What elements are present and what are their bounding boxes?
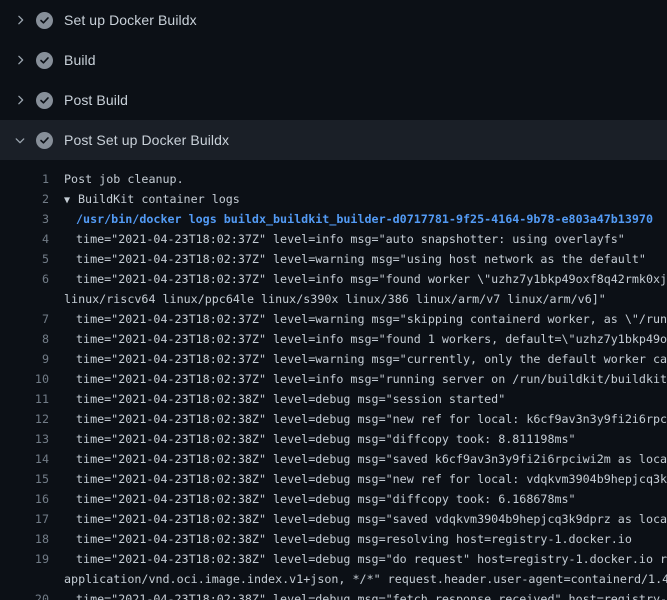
log-line-text: /usr/bin/docker logs buildx_buildkit_bui… (64, 209, 653, 229)
log-line: 17 time="2021-04-23T18:02:38Z" level=debu… (0, 509, 667, 529)
log-line: 15 time="2021-04-23T18:02:38Z" level=debu… (0, 469, 667, 489)
log-line-number[interactable]: 4 (0, 229, 49, 249)
group-label[interactable]: BuildKit container logs (78, 192, 240, 206)
log-line: 12 time="2021-04-23T18:02:38Z" level=debu… (0, 409, 667, 429)
log-line-text: time="2021-04-23T18:02:38Z" level=debug … (64, 429, 576, 449)
check-circle-icon (36, 12, 53, 29)
log-line: 16 time="2021-04-23T18:02:38Z" level=debu… (0, 489, 667, 509)
log-line-text: time="2021-04-23T18:02:38Z" level=debug … (64, 469, 667, 489)
log-line-number[interactable]: 20 (0, 589, 49, 600)
log-line: 19 time="2021-04-23T18:02:38Z" level=debu… (0, 549, 667, 569)
log-line: application/vnd.oci.image.index.v1+json,… (0, 569, 667, 589)
log-line-text: time="2021-04-23T18:02:38Z" level=debug … (64, 489, 576, 509)
log-line-number[interactable]: 11 (0, 389, 49, 409)
step-build[interactable]: Build (0, 40, 667, 80)
step-set-up-docker-buildx[interactable]: Set up Docker Buildx (0, 0, 667, 40)
log-area: 1 Post job cleanup. 2 ▼BuildKit container l… (0, 160, 667, 600)
log-line-number[interactable]: 3 (0, 209, 49, 229)
log-line: 10 time="2021-04-23T18:02:37Z" level=info… (0, 369, 667, 389)
chevron-right-icon (12, 12, 28, 28)
log-line: 6 time="2021-04-23T18:02:37Z" level=info … (0, 269, 667, 289)
log-line-number[interactable]: 7 (0, 309, 49, 329)
chevron-right-icon (12, 52, 28, 68)
log-line-text: time="2021-04-23T18:02:38Z" level=debug … (64, 549, 667, 569)
log-line-number[interactable]: 13 (0, 429, 49, 449)
log-line: 20 time="2021-04-23T18:02:38Z" level=debu… (0, 589, 667, 600)
log-line-number[interactable]: 19 (0, 549, 49, 569)
chevron-down-icon (12, 132, 28, 148)
log-line: 7 time="2021-04-23T18:02:37Z" level=warni… (0, 309, 667, 329)
log-line-text: time="2021-04-23T18:02:38Z" level=debug … (64, 449, 667, 469)
log-line: 2 ▼BuildKit container logs (0, 189, 667, 209)
log-line-number[interactable]: 17 (0, 509, 49, 529)
actions-log-viewer: Set up Docker Buildx Build Post Build Post … (0, 0, 667, 600)
log-line-text: time="2021-04-23T18:02:37Z" level=warnin… (64, 249, 646, 269)
log-line-text: time="2021-04-23T18:02:38Z" level=debug … (64, 389, 505, 409)
step-label: Build (64, 52, 96, 68)
log-line-text: time="2021-04-23T18:02:38Z" level=debug … (64, 409, 667, 429)
log-line-number[interactable]: 8 (0, 329, 49, 349)
log-line: 1 Post job cleanup. (0, 169, 667, 189)
chevron-right-icon (12, 92, 28, 108)
log-line: 5 time="2021-04-23T18:02:37Z" level=warni… (0, 249, 667, 269)
step-label: Post Build (64, 92, 128, 108)
log-line-number[interactable]: 9 (0, 349, 49, 369)
log-line-number[interactable]: 15 (0, 469, 49, 489)
log-line-text: time="2021-04-23T18:02:37Z" level=info m… (64, 369, 667, 389)
log-line-text: time="2021-04-23T18:02:37Z" level=warnin… (64, 309, 667, 329)
log-line: 18 time="2021-04-23T18:02:38Z" level=debu… (0, 529, 667, 549)
log-line-text: ▼BuildKit container logs (64, 189, 240, 211)
check-circle-icon (36, 132, 53, 149)
log-line-number[interactable]: 12 (0, 409, 49, 429)
log-line-text: Post job cleanup. (64, 169, 184, 189)
check-circle-icon (36, 92, 53, 109)
log-line: 4 time="2021-04-23T18:02:37Z" level=info … (0, 229, 667, 249)
log-line: 13 time="2021-04-23T18:02:38Z" level=debu… (0, 429, 667, 449)
log-line-text: linux/riscv64 linux/ppc64le linux/s390x … (64, 289, 606, 309)
log-line-text: application/vnd.oci.image.index.v1+json,… (64, 569, 667, 589)
log-line-text: time="2021-04-23T18:02:37Z" level=info m… (64, 269, 667, 289)
check-circle-icon (36, 52, 53, 69)
log-line-text: time="2021-04-23T18:02:38Z" level=debug … (64, 589, 667, 600)
step-label: Set up Docker Buildx (64, 12, 197, 28)
log-line-number[interactable]: 6 (0, 269, 49, 289)
group-collapse-icon[interactable]: ▼ (64, 191, 78, 211)
log-line-number[interactable]: 10 (0, 369, 49, 389)
log-line: 11 time="2021-04-23T18:02:38Z" level=debu… (0, 389, 667, 409)
log-line: 8 time="2021-04-23T18:02:37Z" level=info … (0, 329, 667, 349)
log-line-text: time="2021-04-23T18:02:37Z" level=info m… (64, 329, 667, 349)
log-line: 9 time="2021-04-23T18:02:37Z" level=warni… (0, 349, 667, 369)
log-line-command: 3/usr/bin/docker logs buildx_buildkit_bu… (0, 209, 667, 229)
log-line-text: time="2021-04-23T18:02:37Z" level=info m… (64, 229, 625, 249)
steps-list: Set up Docker Buildx Build Post Build Post … (0, 0, 667, 160)
log-line: 14 time="2021-04-23T18:02:38Z" level=debu… (0, 449, 667, 469)
log-line: linux/riscv64 linux/ppc64le linux/s390x … (0, 289, 667, 309)
step-label: Post Set up Docker Buildx (64, 132, 229, 148)
log-line-number[interactable]: 1 (0, 169, 49, 189)
step-post-set-up-docker-buildx[interactable]: Post Set up Docker Buildx (0, 120, 667, 160)
log-line-number[interactable]: 2 (0, 189, 49, 209)
log-line-number[interactable]: 16 (0, 489, 49, 509)
step-post-build[interactable]: Post Build (0, 80, 667, 120)
log-line-number[interactable]: 5 (0, 249, 49, 269)
log-line-number[interactable]: 18 (0, 529, 49, 549)
log-line-number[interactable]: 14 (0, 449, 49, 469)
log-line-text: time="2021-04-23T18:02:37Z" level=warnin… (64, 349, 667, 369)
log-line-text: time="2021-04-23T18:02:38Z" level=debug … (64, 509, 667, 529)
log-line-text: time="2021-04-23T18:02:38Z" level=debug … (64, 529, 632, 549)
